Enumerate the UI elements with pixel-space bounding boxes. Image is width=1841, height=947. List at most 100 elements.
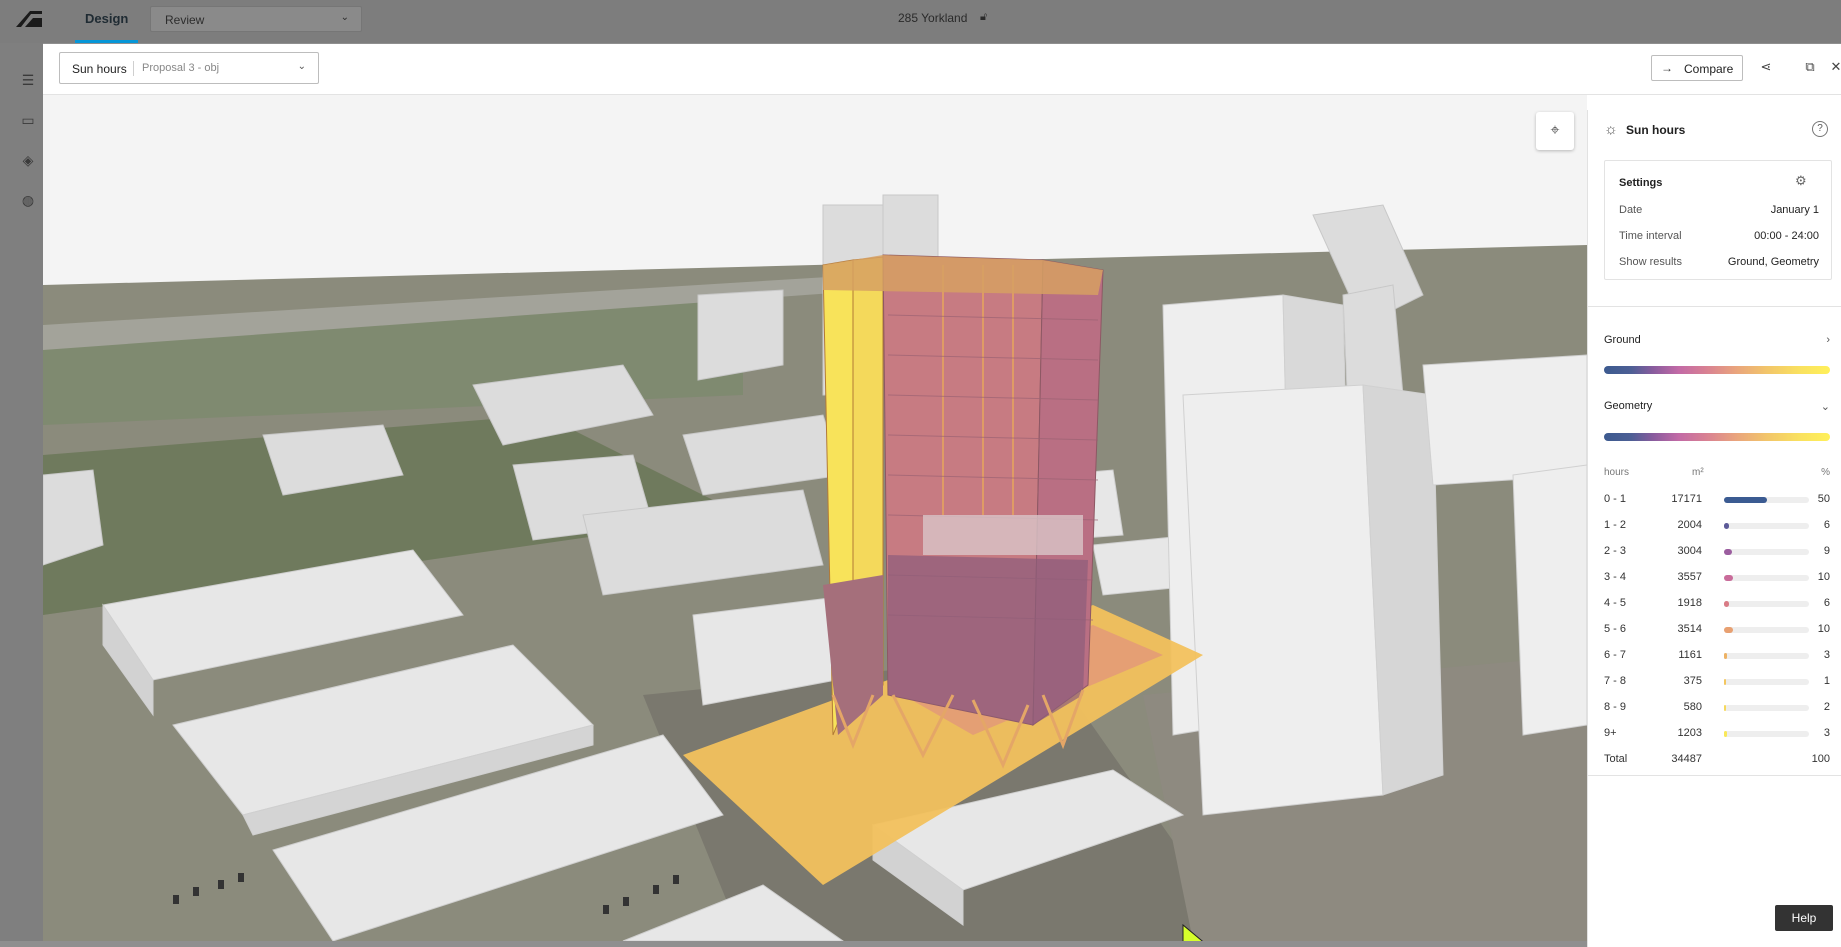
ground-label: Ground <box>1604 334 1641 346</box>
row-bar-track <box>1724 731 1809 737</box>
chevron-down-icon: ⌄ <box>1820 401 1830 413</box>
modal-header: Sun hours Proposal 3 - obj ⌄ → Compare ⋖… <box>43 44 1841 95</box>
row-area: 580 <box>1683 701 1702 713</box>
row-range: 2 - 3 <box>1604 545 1627 557</box>
setting-label: Show results <box>1619 256 1682 268</box>
chevron-down-icon: ⌄ <box>340 12 349 23</box>
popout-icon[interactable]: ⧉ <box>1800 57 1820 77</box>
row-area: 3004 <box>1677 545 1702 557</box>
lock-icon[interactable]: 🔓︎ <box>980 11 987 24</box>
recenter-icon[interactable]: ⌖ <box>1536 112 1574 150</box>
row-bar-track <box>1724 575 1809 581</box>
row-bar-fill <box>1724 679 1726 685</box>
geometry-label: Geometry <box>1604 400 1653 412</box>
autodesk-logo[interactable] <box>16 11 42 27</box>
row-bar-fill <box>1724 627 1733 633</box>
setting-time-interval: Time interval 00:00 - 24:00 <box>1619 230 1819 242</box>
row-area: 1161 <box>1678 649 1702 661</box>
row-pct: 2 <box>1823 701 1830 713</box>
row-bar-fill <box>1724 601 1730 607</box>
setting-show-results: Show results Ground, Geometry <box>1619 256 1819 268</box>
compare-button[interactable]: → Compare <box>1651 55 1743 81</box>
row-area: 17171 <box>1671 493 1702 505</box>
proposal-name: Proposal 3 - obj <box>142 62 220 74</box>
chevron-right-icon: › <box>1826 334 1830 346</box>
row-pct: 10 <box>1817 623 1830 635</box>
setting-label: Date <box>1619 204 1643 216</box>
table-row: 6 - 7 1161 3 <box>1604 649 1830 663</box>
table-row: 0 - 1 17171 50 <box>1604 493 1830 507</box>
row-range: 9+ <box>1604 727 1617 739</box>
row-bar-track <box>1724 653 1809 659</box>
tab-design[interactable]: Design <box>75 0 139 43</box>
help-circle-icon[interactable]: ? <box>1812 121 1828 137</box>
table-row: 3 - 4 3557 10 <box>1604 571 1830 585</box>
table-row: 1 - 2 2004 6 <box>1604 519 1830 533</box>
results-panel: ☼ Sun hours ? Settings ⚙ Date January 1 … <box>1587 110 1841 947</box>
left-toolbar: ☰ ▭ ◈ ◍ <box>0 43 43 941</box>
row-bar-track <box>1724 627 1809 633</box>
row-area: 2004 <box>1677 519 1702 531</box>
geometry-section[interactable]: Geometry ⌄ <box>1604 400 1830 413</box>
divider <box>1588 306 1841 307</box>
row-bar-track <box>1724 705 1809 711</box>
row-bar-track <box>1724 601 1809 607</box>
settings-title: Settings <box>1619 177 1663 189</box>
table-row: 7 - 8 375 1 <box>1604 675 1830 689</box>
review-dropdown[interactable]: Review ⌄ <box>150 6 362 32</box>
geometry-gradient <box>1604 433 1830 441</box>
layers-icon[interactable]: ◈ <box>20 152 36 168</box>
row-pct: 3 <box>1823 727 1830 739</box>
table-total-row: Total 34487 100 <box>1604 753 1830 767</box>
analysis-modal: Sun hours Proposal 3 - obj ⌄ → Compare ⋖… <box>43 44 1841 947</box>
row-range: 5 - 6 <box>1604 623 1627 635</box>
ground-section[interactable]: Ground › <box>1604 334 1830 346</box>
row-area: 3514 <box>1677 623 1702 635</box>
row-bar-track <box>1724 679 1809 685</box>
row-range: 1 - 2 <box>1604 519 1627 531</box>
row-bar-fill <box>1724 497 1767 503</box>
sliders-icon[interactable]: ⚙ <box>1795 173 1807 189</box>
table-row: 8 - 9 580 2 <box>1604 701 1830 715</box>
analysis-dropdown[interactable]: Sun hours Proposal 3 - obj ⌄ <box>59 52 319 84</box>
close-icon[interactable]: ✕ <box>1826 57 1841 77</box>
table-row: 5 - 6 3514 10 <box>1604 623 1830 637</box>
row-pct: 1 <box>1823 675 1830 687</box>
total-label: Total <box>1604 753 1628 765</box>
row-area: 1918 <box>1677 597 1702 609</box>
row-bar-fill <box>1724 705 1726 711</box>
row-range: 4 - 5 <box>1604 597 1627 609</box>
row-area: 375 <box>1683 675 1702 687</box>
row-bar-fill <box>1724 575 1733 581</box>
row-pct: 6 <box>1823 519 1830 531</box>
row-bar-track <box>1724 523 1809 529</box>
row-area: 1203 <box>1677 727 1702 739</box>
total-pct: 100 <box>1811 753 1830 765</box>
row-range: 0 - 1 <box>1604 493 1627 505</box>
menu-icon[interactable]: ☰ <box>20 72 36 88</box>
help-button[interactable]: Help <box>1775 905 1833 931</box>
chevron-down-icon: ⌄ <box>297 61 306 72</box>
city-scene <box>43 95 1587 941</box>
table-header: hours m² % <box>1604 467 1830 481</box>
globe-icon[interactable]: ◍ <box>20 192 36 208</box>
divider <box>1588 775 1841 776</box>
row-bar-fill <box>1724 731 1727 737</box>
table-row: 2 - 3 3004 9 <box>1604 545 1830 559</box>
table-row: 9+ 1203 3 <box>1604 727 1830 741</box>
book-icon[interactable]: ▭ <box>20 112 36 128</box>
row-bar-fill <box>1724 653 1727 659</box>
col-pct: % <box>1821 467 1830 478</box>
setting-value: 00:00 - 24:00 <box>1754 230 1819 242</box>
table-row: 4 - 5 1918 6 <box>1604 597 1830 611</box>
row-pct: 3 <box>1823 649 1830 661</box>
separator <box>133 61 134 76</box>
row-area: 3557 <box>1677 571 1702 583</box>
3d-viewport[interactable]: ⌖ hrs 123456789 ◉ ◘ 2D ➤ <box>43 95 1587 941</box>
compare-label: Compare <box>1684 62 1734 76</box>
sun-icon: ☼ <box>1604 121 1618 138</box>
share-icon[interactable]: ⋖ <box>1756 57 1776 77</box>
ground-gradient <box>1604 366 1830 374</box>
settings-card: Settings ⚙ Date January 1 Time interval … <box>1604 160 1832 280</box>
analysis-name: Sun hours <box>72 62 127 76</box>
